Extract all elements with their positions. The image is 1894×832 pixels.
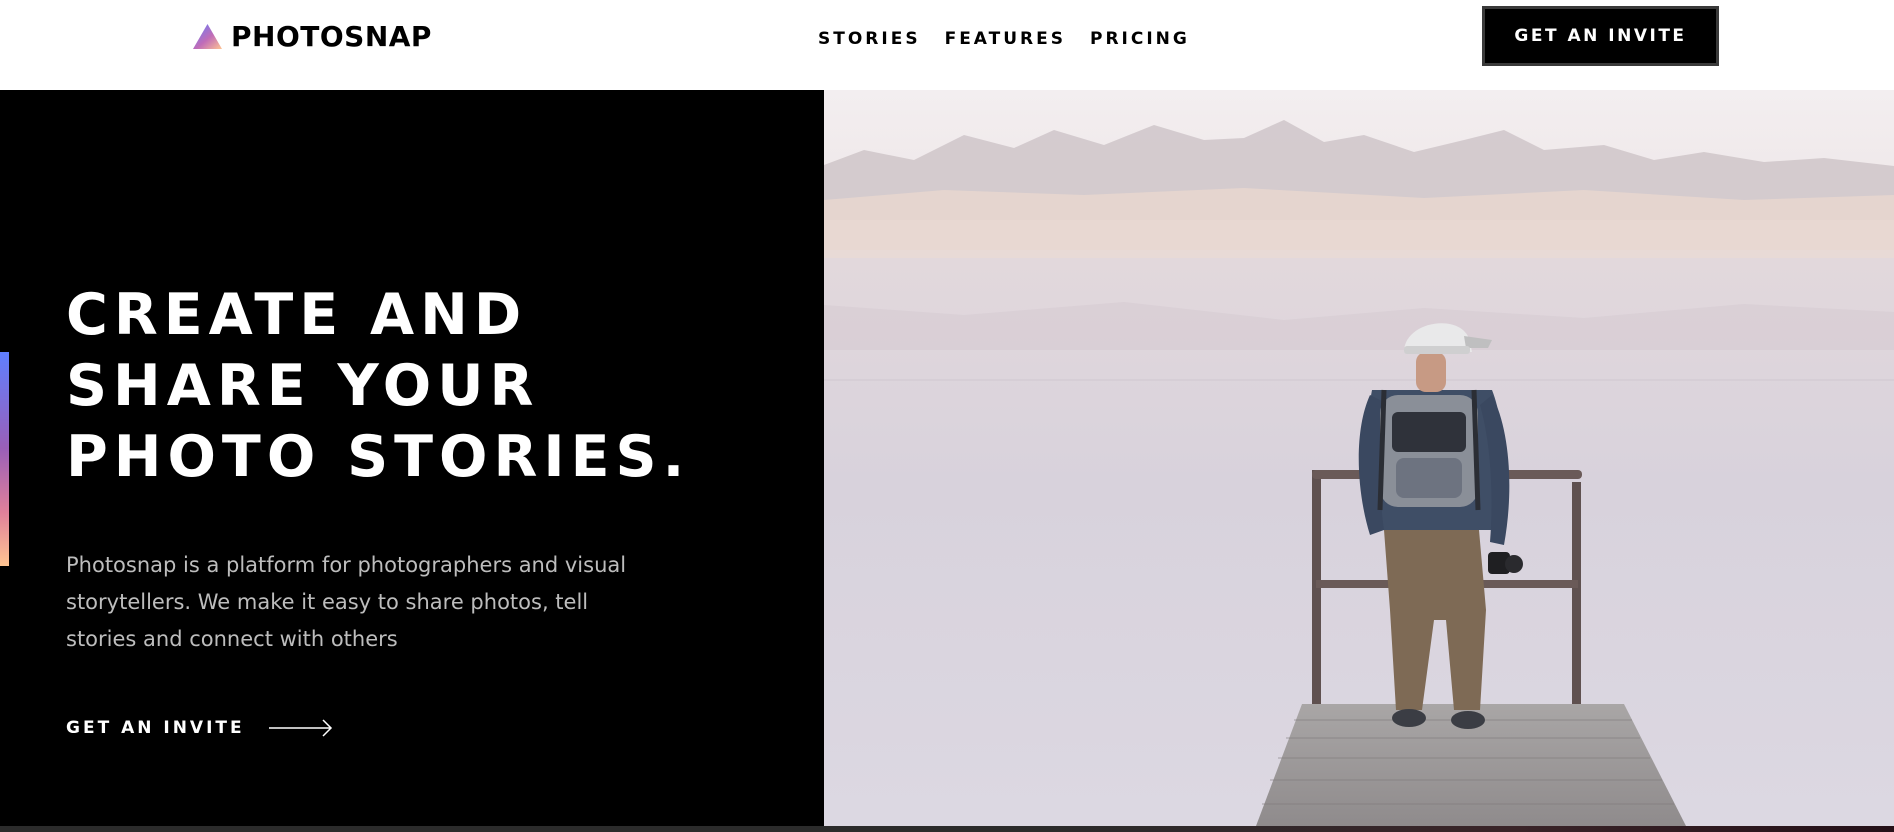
logo-text: PHOTOSNAP: [231, 19, 432, 53]
nav-link-pricing[interactable]: PRICING: [1090, 29, 1190, 49]
nav-link-features[interactable]: FEATURES: [945, 29, 1066, 49]
site-header: PHOTOSNAP STORIES FEATURES PRICING GET A…: [0, 0, 1894, 90]
hero-text-panel: CREATE AND SHARE YOUR PHOTO STORIES. Pho…: [0, 90, 824, 826]
hero-title-line-3: PHOTO STORIES.: [66, 424, 691, 490]
triangle-logo-icon: [193, 23, 222, 49]
logo[interactable]: PHOTOSNAP: [193, 18, 432, 54]
nav-link-stories[interactable]: STORIES: [818, 29, 921, 49]
photographer-on-pier-photo: [824, 90, 1894, 826]
hero-title-line-2: SHARE YOUR: [66, 353, 540, 419]
accent-bar: [0, 352, 9, 566]
next-section-edge: [0, 826, 1894, 832]
hero-title-line-1: CREATE AND: [66, 282, 528, 348]
hero-image: [824, 90, 1894, 826]
hero-invite-link[interactable]: GET AN INVITE: [66, 718, 333, 738]
main-nav: STORIES FEATURES PRICING: [818, 29, 1190, 49]
hero-title: CREATE AND SHARE YOUR PHOTO STORIES.: [66, 280, 786, 493]
get-invite-button[interactable]: GET AN INVITE: [1482, 6, 1719, 66]
arrow-right-icon: [268, 719, 332, 737]
hero-invite-label: GET AN INVITE: [66, 718, 245, 738]
hero-description: Photosnap is a platform for photographer…: [66, 553, 627, 651]
